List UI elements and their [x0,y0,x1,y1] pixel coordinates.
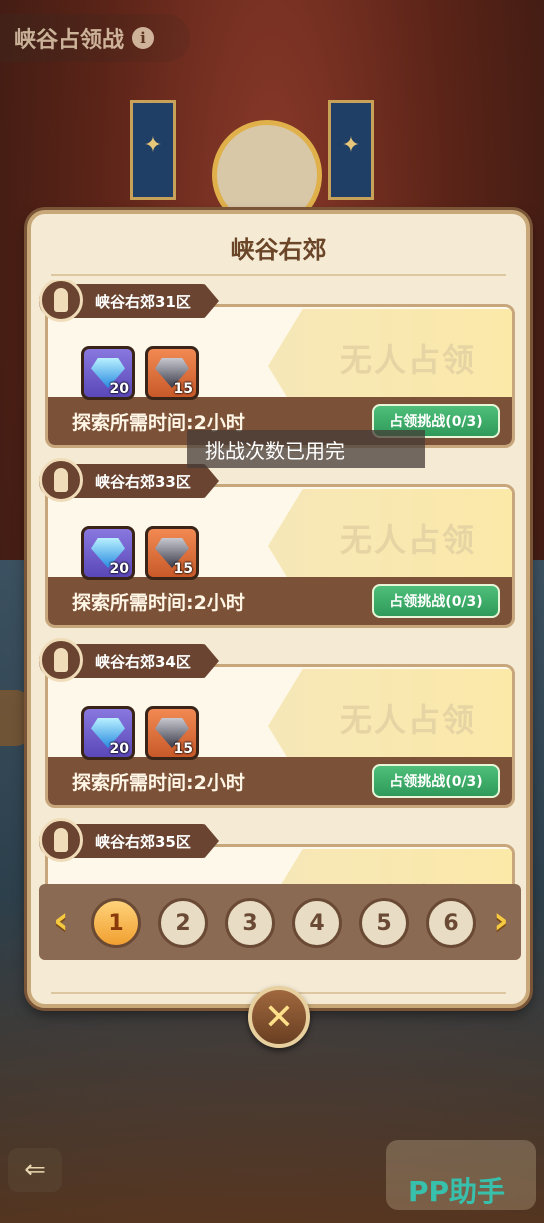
page-button-5[interactable]: 5 [359,898,409,948]
back-arrow-icon[interactable]: ⇐ [8,1148,62,1192]
occupy-status-text: 无人占领 [308,875,508,884]
banner-right-decoration [328,100,374,200]
occupy-challenge-button[interactable]: 占领挑战(0/3) [372,584,500,618]
zone-card: 无人占领 探索所需时间:2小时 占领挑战(0/3) 峡谷右郊31区 20 15 [39,280,515,448]
info-icon[interactable]: i [132,27,155,49]
zone-dialog: 峡谷右郊 无人占领 探索所需时间:2小时 占领挑战(0/3) 峡谷右郊31区 2… [27,210,530,1008]
item-quantity: 15 [173,381,193,397]
zone-card: 无人占领 峡谷右郊35区 [39,818,515,884]
item-quantity: 20 [109,561,129,577]
reward-item[interactable]: 15 [145,346,199,400]
dialog-title: 峡谷右郊 [230,236,327,264]
prev-page-arrow-icon[interactable]: ‹ [47,900,75,940]
explore-time-label: 探索所需时间:2小时 [72,592,245,614]
zone-list[interactable]: 无人占领 探索所需时间:2小时 占领挑战(0/3) 峡谷右郊31区 20 15 … [39,280,519,884]
toast-message: 挑战次数已用完 [187,430,425,468]
page-button-1[interactable]: 1 [91,898,141,948]
page-button-4[interactable]: 4 [292,898,342,948]
pawn-icon [39,280,83,322]
reward-item[interactable]: 20 [81,706,135,760]
close-icon: ✕ [263,996,295,1038]
banner-left-decoration [130,100,176,200]
occupy-status-text: 无人占领 [339,341,476,379]
reward-item[interactable]: 15 [145,706,199,760]
item-quantity: 15 [173,561,193,577]
zone-card-footer: 探索所需时间:2小时 占领挑战(0/3) [48,577,512,625]
occupy-challenge-button[interactable]: 占领挑战(0/3) [372,764,500,798]
page-title-text: 峡谷占领战 [14,28,125,53]
pawn-icon [39,818,83,862]
item-quantity: 20 [109,741,129,757]
title-divider [51,274,506,276]
pagination: ‹ 1 2 3 4 5 6 › [39,884,521,960]
occupy-status-text: 无人占领 [339,701,476,739]
page-button-2[interactable]: 2 [158,898,208,948]
reward-item[interactable]: 20 [81,526,135,580]
zone-card: 无人占领 探索所需时间:2小时 占领挑战(0/3) 峡谷右郊33区 20 15 [39,458,515,628]
explore-time-label: 探索所需时间:2小时 [72,772,245,794]
next-page-arrow-icon[interactable]: › [487,900,515,940]
reward-item[interactable]: 15 [145,526,199,580]
item-quantity: 15 [173,741,193,757]
zone-card-footer: 探索所需时间:2小时 占领挑战(0/3) [48,757,512,805]
item-quantity: 20 [109,381,129,397]
zone-card: 无人占领 探索所需时间:2小时 占领挑战(0/3) 峡谷右郊34区 20 15 [39,638,515,808]
pawn-icon [39,458,83,502]
side-tab-decoration [0,690,30,746]
page-button-3[interactable]: 3 [225,898,275,948]
page-title: 峡谷占领战 i [0,14,190,62]
close-button[interactable]: ✕ [248,986,310,1048]
pawn-icon [39,638,83,682]
reward-item[interactable]: 20 [81,346,135,400]
occupy-status-text: 无人占领 [339,521,476,559]
watermark: PP助手 [408,1175,506,1208]
page-button-6[interactable]: 6 [426,898,476,948]
